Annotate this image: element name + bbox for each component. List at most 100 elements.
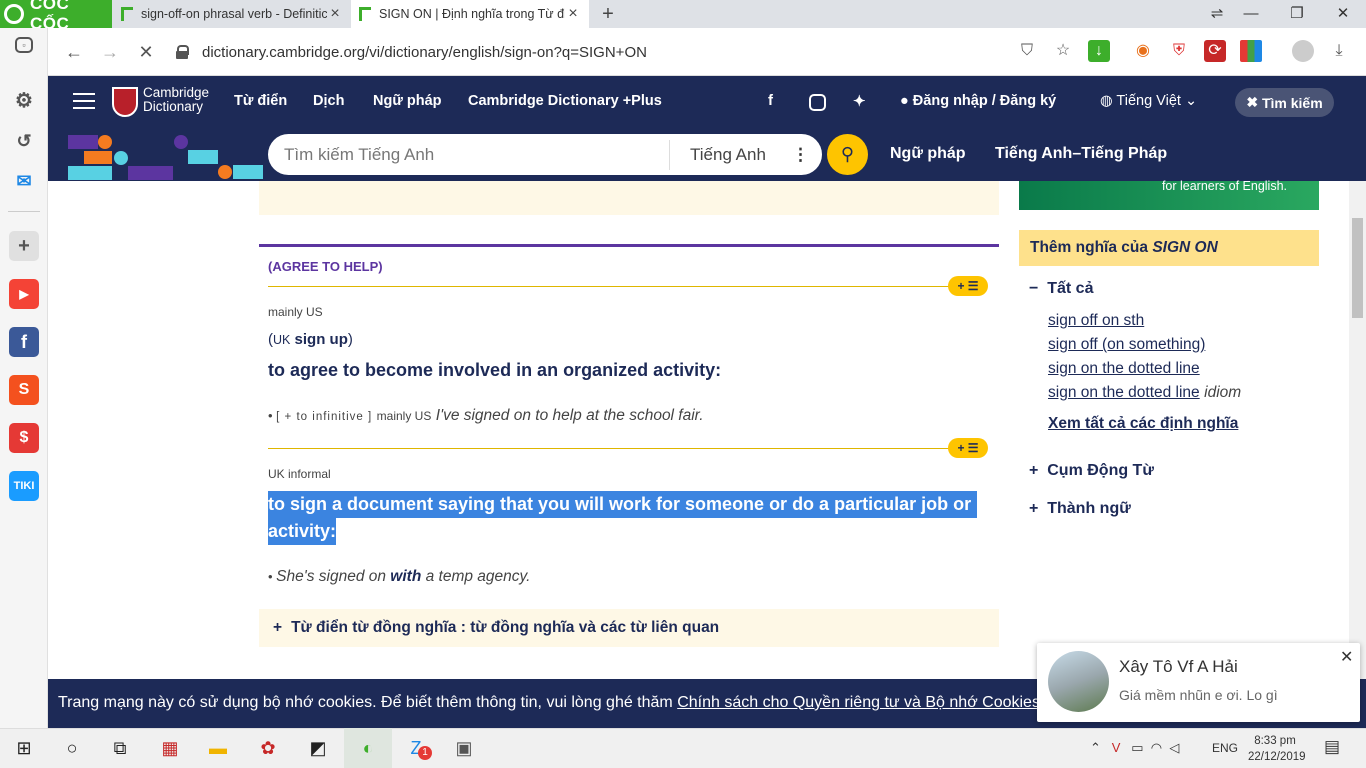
example-text: I've signed on to help at the school fai…	[435, 407, 704, 424]
coccoc-menu-button[interactable]: CỐC CỐC	[0, 0, 112, 33]
downloads-icon[interactable]: ⤓	[1328, 40, 1350, 62]
idioms-toggle[interactable]: + Thành ngữ	[1029, 500, 1131, 518]
add-to-wordlist-button[interactable]: + ☰	[948, 276, 988, 296]
extension-icon[interactable]: ⟳	[1204, 40, 1226, 62]
example-region: mainly US	[376, 409, 432, 423]
language-label: Tiếng Việt	[1116, 93, 1181, 109]
nav-dictionary[interactable]: Từ điển	[234, 93, 287, 109]
hamburger-menu-icon[interactable]	[73, 93, 95, 109]
tab-close-icon[interactable]: ×	[327, 5, 343, 23]
battery-icon[interactable]: ▭	[1131, 740, 1143, 755]
profile-avatar[interactable]	[1292, 40, 1314, 62]
search-circle-icon[interactable]: ○	[48, 728, 96, 768]
paint-icon[interactable]: ✿	[244, 728, 292, 768]
lazada-icon[interactable]: $	[9, 423, 39, 453]
download-extension-icon[interactable]: ↓	[1088, 40, 1110, 62]
youtube-icon[interactable]: ▶	[9, 279, 39, 309]
sticky-notes-icon[interactable]: ◩	[294, 728, 342, 768]
chat-notification[interactable]: Xây Tô Vf A Hải Giá mềm nhũn e ơi. Lo gì…	[1037, 643, 1360, 722]
task-view-icon[interactable]: ⧉	[96, 728, 144, 768]
english-french-link[interactable]: Tiếng Anh–Tiếng Pháp	[995, 145, 1167, 163]
more-meanings-header: Thêm nghĩa của SIGN ON	[1019, 230, 1319, 266]
more-options-icon[interactable]: ⋮	[792, 145, 822, 165]
facebook-icon[interactable]: f	[9, 327, 39, 357]
coccoc-taskbar-icon[interactable]: ◐	[344, 728, 392, 768]
app-icon[interactable]: ▣	[440, 728, 488, 768]
add-to-wordlist-button[interactable]: + ☰	[948, 438, 988, 458]
twitter-icon[interactable]: ✦	[853, 92, 866, 110]
tiki-icon[interactable]: TIKI	[9, 471, 39, 501]
browser-tab-active[interactable]: SIGN ON | Định nghĩa trong Từ điể ×	[351, 0, 589, 28]
nav-translate[interactable]: Dịch	[313, 93, 344, 109]
definition-2-line-1: to sign a document saying that you will …	[268, 491, 978, 518]
color-extension-icon[interactable]	[1240, 40, 1262, 62]
related-link[interactable]: sign off on sth	[1048, 312, 1144, 330]
zalo-icon[interactable]: Z1	[392, 728, 440, 768]
phrasal-verbs-toggle[interactable]: + Cụm Động Từ	[1029, 462, 1154, 480]
back-button[interactable]: ←	[62, 40, 86, 64]
nav-plus[interactable]: Cambridge Dictionary +Plus	[468, 93, 662, 109]
tab-close-icon[interactable]: ×	[565, 5, 581, 23]
clock[interactable]: 8:33 pm 22/12/2019	[1248, 733, 1306, 765]
app-icon[interactable]: ▦	[146, 728, 194, 768]
related-link[interactable]: sign on the dotted line	[1048, 384, 1200, 401]
minimize-button[interactable]: —	[1228, 0, 1274, 28]
language-selector[interactable]: ◍ Tiếng Việt ⌄	[1100, 93, 1197, 109]
see-all-definitions-link[interactable]: Xem tất cả các định nghĩa	[1048, 415, 1238, 433]
variant-region: UK	[273, 333, 291, 347]
chevron-down-icon: ⌄	[1180, 93, 1198, 109]
windows-start-icon[interactable]: ⊞	[0, 728, 48, 768]
new-tab-button[interactable]: +	[596, 2, 620, 26]
stop-loading-button[interactable]: ✕	[134, 40, 158, 64]
scrollbar-thumb[interactable]	[1352, 218, 1363, 318]
url-bar[interactable]: dictionary.cambridge.org/vi/dictionary/e…	[172, 36, 1122, 68]
more-word: SIGN ON	[1152, 239, 1218, 256]
grammar-code: [ + to infinitive ]	[276, 411, 373, 423]
shopee-icon[interactable]: S	[9, 375, 39, 405]
close-search-button[interactable]: ✖ Tìm kiếm	[1235, 88, 1334, 117]
chrome-extension-icon[interactable]: ◉	[1132, 40, 1154, 62]
instagram-icon[interactable]	[809, 94, 826, 111]
history-icon[interactable]: ↺	[9, 126, 39, 156]
browser-tab[interactable]: sign-off-on phrasal verb - Definitic ×	[113, 0, 351, 28]
chevron-up-icon[interactable]: ⌃	[1090, 740, 1101, 755]
shield-icon[interactable]: ⛉	[1016, 40, 1038, 62]
input-language[interactable]: ENG	[1212, 741, 1238, 755]
ad-banner[interactable]: for learners of English.	[1019, 180, 1319, 210]
facebook-social-icon[interactable]: f	[768, 92, 773, 109]
maximize-button[interactable]: ❐	[1274, 0, 1320, 28]
search-button[interactable]: ⚲	[827, 134, 868, 175]
idiom-label: idiom	[1204, 384, 1242, 401]
grammar-link[interactable]: Ngữ pháp	[890, 145, 966, 163]
all-toggle[interactable]: − Tất cả	[1029, 280, 1093, 298]
nav-grammar[interactable]: Ngữ pháp	[373, 93, 442, 109]
thesaurus-toggle[interactable]: + Từ điển từ đồng nghĩa : từ đồng nghĩa v…	[259, 609, 999, 647]
search-language-selector[interactable]: Tiếng Anh	[670, 145, 792, 165]
tab-title: SIGN ON | Định nghĩa trong Từ điể	[379, 7, 565, 21]
close-window-button[interactable]: ✕	[1320, 0, 1366, 28]
example-text: a temp agency.	[421, 568, 531, 585]
wifi-icon[interactable]: ◠	[1151, 740, 1162, 755]
search-input[interactable]: Tìm kiếm Tiếng Anh	[268, 145, 669, 165]
add-icon[interactable]: +	[9, 231, 39, 261]
close-icon: ✖	[1246, 94, 1262, 110]
related-link[interactable]: sign on the dotted line	[1048, 360, 1200, 378]
sidebar-toggle-icon[interactable]: ▫	[15, 37, 33, 53]
close-notification-icon[interactable]: ✕	[1340, 647, 1353, 667]
settings-icon[interactable]: ⚙	[9, 86, 39, 116]
close-search-label: Tìm kiếm	[1261, 94, 1323, 111]
adblock-extension-icon[interactable]: ⛨	[1168, 40, 1190, 62]
forward-button[interactable]: →	[98, 40, 122, 64]
bookmark-star-icon[interactable]: ☆	[1052, 40, 1074, 62]
sidebar-divider	[8, 211, 40, 212]
volume-icon[interactable]: ◁	[1169, 740, 1179, 755]
file-explorer-icon[interactable]: ▬	[194, 728, 242, 768]
action-center-icon[interactable]: ▤	[1324, 737, 1340, 757]
cambridge-shield-icon	[112, 87, 138, 117]
messenger-icon[interactable]: ✉	[9, 166, 39, 196]
unikey-icon[interactable]: V	[1112, 740, 1121, 755]
cookie-policy-link[interactable]: Chính sách cho Quyền riêng tư và Bộ nhớ …	[677, 694, 1040, 711]
related-link[interactable]: sign off (on something)	[1048, 336, 1205, 354]
site-logo[interactable]: Cambridge Dictionary	[143, 86, 209, 114]
login-link[interactable]: ● Đăng nhập / Đăng ký	[900, 93, 1056, 109]
